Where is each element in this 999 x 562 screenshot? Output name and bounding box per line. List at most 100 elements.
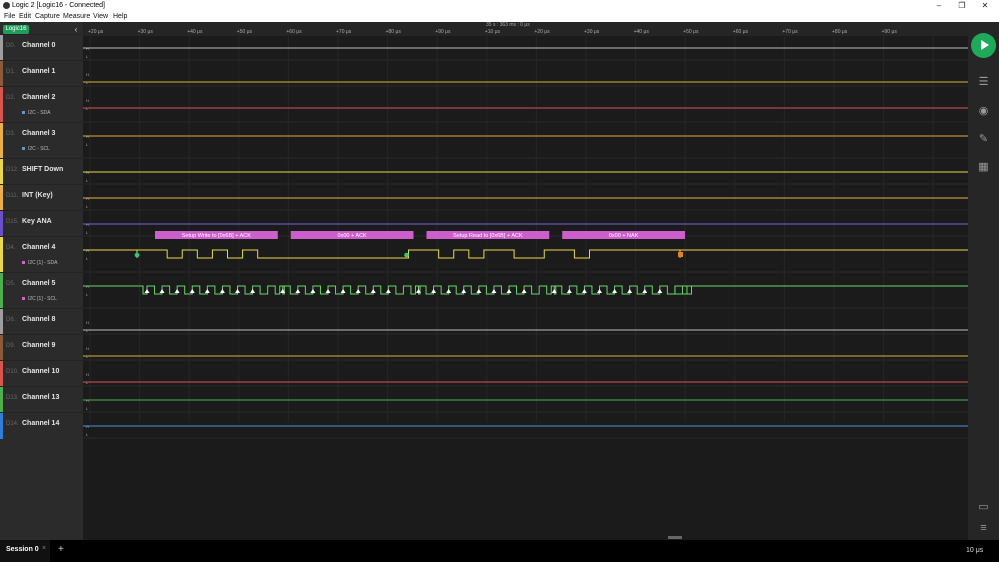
channel-color-bar bbox=[0, 211, 3, 237]
menu-help[interactable]: Help bbox=[113, 12, 127, 22]
channel-row[interactable]: D15. Key ANA bbox=[0, 210, 83, 237]
channel-row[interactable]: D13. Channel 13 bbox=[0, 386, 83, 413]
channel-row[interactable]: D6. Channel 8 bbox=[0, 308, 83, 335]
i2c-decode-label: 0x00 + ACK bbox=[338, 233, 368, 239]
sample-arrow-icon bbox=[476, 289, 482, 293]
layout-icon[interactable]: ▦ bbox=[977, 161, 990, 174]
channel-index: D15. bbox=[6, 219, 19, 225]
sample-arrow-icon bbox=[370, 289, 376, 293]
channel-name[interactable]: Channel 9 bbox=[22, 342, 55, 349]
channel-row[interactable]: D5. Channel 5 I2C [1] - SCL bbox=[0, 272, 83, 309]
close-window-button[interactable]: ✕ bbox=[973, 0, 997, 12]
sample-arrow-icon bbox=[461, 289, 467, 293]
minimize-button[interactable]: – bbox=[927, 0, 951, 12]
menu-view[interactable]: View bbox=[93, 12, 108, 22]
start-marker bbox=[134, 252, 140, 258]
channel-row[interactable]: D11. INT (Key) bbox=[0, 184, 83, 211]
channel-row[interactable]: D12. SHIFT Down bbox=[0, 158, 83, 185]
menu-edit[interactable]: Edit bbox=[19, 12, 31, 22]
menu-capture[interactable]: Capture bbox=[35, 12, 60, 22]
channel-color-bar bbox=[0, 273, 3, 309]
session-tab[interactable]: Session 0 × bbox=[0, 540, 50, 562]
sample-arrow-icon bbox=[627, 289, 633, 293]
channel-row[interactable]: D14. Channel 14 bbox=[0, 412, 83, 439]
maximize-button[interactable]: ❐ bbox=[950, 0, 974, 12]
analyzer-label: I2C [1] - SCL bbox=[22, 296, 57, 302]
channel-name[interactable]: Key ANA bbox=[22, 218, 52, 225]
sample-arrow-icon bbox=[295, 289, 301, 293]
channel-row[interactable]: D1. Channel 1 bbox=[0, 60, 83, 87]
high-marker: H bbox=[86, 372, 89, 377]
channel-index: D2. bbox=[6, 95, 16, 101]
channel-index: D11. bbox=[6, 193, 19, 199]
sample-arrow-icon bbox=[340, 289, 346, 293]
analyzer-label: I2C - SCL bbox=[22, 146, 50, 152]
channel-color-bar bbox=[0, 185, 3, 211]
measure-icon[interactable]: ✎ bbox=[977, 133, 990, 146]
low-marker: L bbox=[86, 292, 89, 297]
channel-color-bar bbox=[0, 159, 3, 185]
sample-arrow-icon bbox=[612, 289, 618, 293]
channel-row[interactable]: D2. Channel 2 I2C - SDA bbox=[0, 86, 83, 123]
analyzer-color-icon bbox=[22, 147, 25, 151]
channel-name[interactable]: Channel 10 bbox=[22, 368, 59, 375]
sample-arrow-icon bbox=[355, 289, 361, 293]
comment-icon[interactable]: ▭ bbox=[977, 501, 990, 514]
channel-name[interactable]: SHIFT Down bbox=[22, 166, 63, 173]
sample-arrow-icon bbox=[566, 289, 572, 293]
low-marker: L bbox=[86, 204, 89, 209]
channel-name[interactable]: Channel 14 bbox=[22, 420, 59, 427]
channel-index: D3. bbox=[6, 131, 16, 137]
channel-index: D6. bbox=[6, 317, 16, 323]
channel-row[interactable]: D4. Channel 4 I2C [1] - SDA bbox=[0, 236, 83, 273]
close-session-icon[interactable]: × bbox=[42, 545, 46, 552]
channel-color-bar bbox=[0, 335, 3, 361]
channel-row[interactable]: D9. Channel 9 bbox=[0, 334, 83, 361]
channel-name[interactable]: Channel 2 bbox=[22, 94, 55, 101]
channel-name[interactable]: Channel 8 bbox=[22, 316, 55, 323]
channel-name[interactable]: Channel 3 bbox=[22, 130, 55, 137]
extensions-icon[interactable]: ◉ bbox=[977, 105, 990, 118]
channel-name[interactable]: INT (Key) bbox=[22, 192, 53, 199]
low-marker: L bbox=[86, 256, 89, 261]
waveform-area[interactable]: 35 s : 363 ms : 0 μs +20 μs +30 μs +40 μs +… bbox=[83, 22, 968, 540]
analyzer-label: I2C - SDA bbox=[22, 110, 51, 116]
channel-color-bar bbox=[0, 123, 3, 159]
scrollbar-thumb bbox=[668, 536, 682, 539]
sample-arrow-icon bbox=[385, 289, 391, 293]
channels-panel: Logic16 ‹ D0. Channel 0 D1. Channel 1 D2… bbox=[0, 22, 83, 540]
new-session-button[interactable]: + bbox=[58, 544, 64, 555]
menu-file[interactable]: File bbox=[4, 12, 15, 22]
low-marker: L bbox=[86, 230, 89, 235]
sample-arrow-icon bbox=[642, 289, 648, 293]
channel-row[interactable]: D10. Channel 10 bbox=[0, 360, 83, 387]
title-bar: Logic 2 [Logic16 - Connected] – ❐ ✕ bbox=[0, 0, 999, 12]
sample-arrow-icon bbox=[250, 289, 256, 293]
bottom-bar: Session 0 × + 10 μs bbox=[0, 540, 999, 562]
menu-icon[interactable]: ≡ bbox=[977, 522, 990, 535]
i2c-decode-label: Setup Read to [0x6B] + ACK bbox=[453, 233, 523, 239]
channel-color-bar bbox=[0, 237, 3, 273]
waveform-canvas[interactable]: HLHLHLHLHLHLHLHLSetup Write to [0x6B] + … bbox=[83, 22, 968, 540]
menu-bar: File Edit Capture Measure View Help bbox=[0, 12, 999, 22]
channel-index: D1. bbox=[6, 69, 16, 75]
sample-arrow-icon bbox=[521, 289, 527, 293]
sample-arrow-icon bbox=[310, 289, 316, 293]
channel-name[interactable]: Channel 5 bbox=[22, 280, 55, 287]
channel-name[interactable]: Channel 13 bbox=[22, 394, 59, 401]
chevron-left-icon[interactable]: ‹ bbox=[72, 25, 80, 34]
channel-color-bar bbox=[0, 413, 3, 439]
channel-row[interactable]: D0. Channel 0 bbox=[0, 34, 83, 61]
play-button[interactable] bbox=[971, 33, 996, 58]
i2c-decode-label: Setup Write to [0x6B] + ACK bbox=[182, 233, 251, 239]
restart-marker bbox=[404, 252, 409, 258]
menu-measure[interactable]: Measure bbox=[63, 12, 90, 22]
channel-name[interactable]: Channel 0 bbox=[22, 42, 55, 49]
analyzers-icon[interactable]: ☰ bbox=[977, 76, 990, 89]
device-badge[interactable]: Logic16 bbox=[3, 25, 29, 34]
channel-name[interactable]: Channel 1 bbox=[22, 68, 55, 75]
channel-name[interactable]: Channel 4 bbox=[22, 244, 55, 251]
sample-arrow-icon bbox=[491, 289, 497, 293]
high-marker: H bbox=[86, 98, 89, 103]
channel-row[interactable]: D3. Channel 3 I2C - SCL bbox=[0, 122, 83, 159]
